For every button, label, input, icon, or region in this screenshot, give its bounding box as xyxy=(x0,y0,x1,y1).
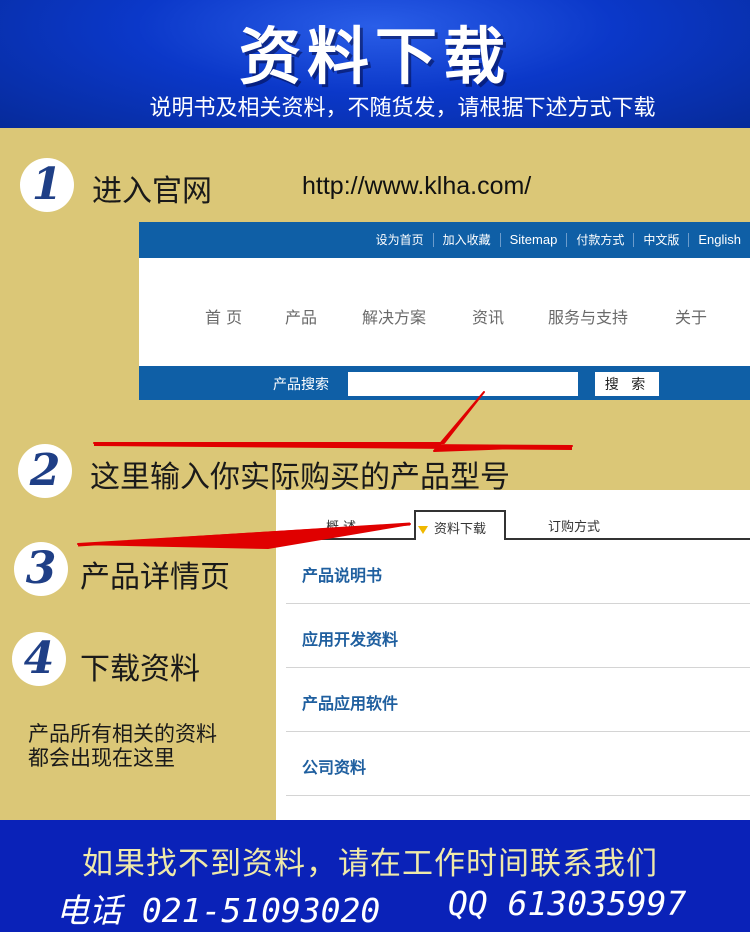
page-title: 资料下载 xyxy=(238,20,511,93)
contact-details: 电话 021-51093020 QQ 613035997 xyxy=(56,884,686,932)
contact-footer: 如果找不到资料，请在工作时间联系我们 电话 021-51093020 QQ 61… xyxy=(0,820,750,932)
callout-arrows xyxy=(77,391,573,549)
header-banner: 资料下载 说明书及相关资料，不随货发，请根据下述方式下载 xyxy=(0,0,750,132)
callout-arrow-search xyxy=(93,391,573,452)
phone-number: 电话 021-51093020 xyxy=(56,891,381,930)
contact-prompt: 如果找不到资料，请在工作时间联系我们 xyxy=(82,846,658,882)
instructions-panel: 1 进入官网 http://www.klha.com/ 设为首页 加入收藏 Si… xyxy=(0,128,750,820)
page-subtitle: 说明书及相关资料，不随货发，请根据下述方式下载 xyxy=(149,96,656,121)
qq-number: QQ 613035997 xyxy=(448,884,687,923)
